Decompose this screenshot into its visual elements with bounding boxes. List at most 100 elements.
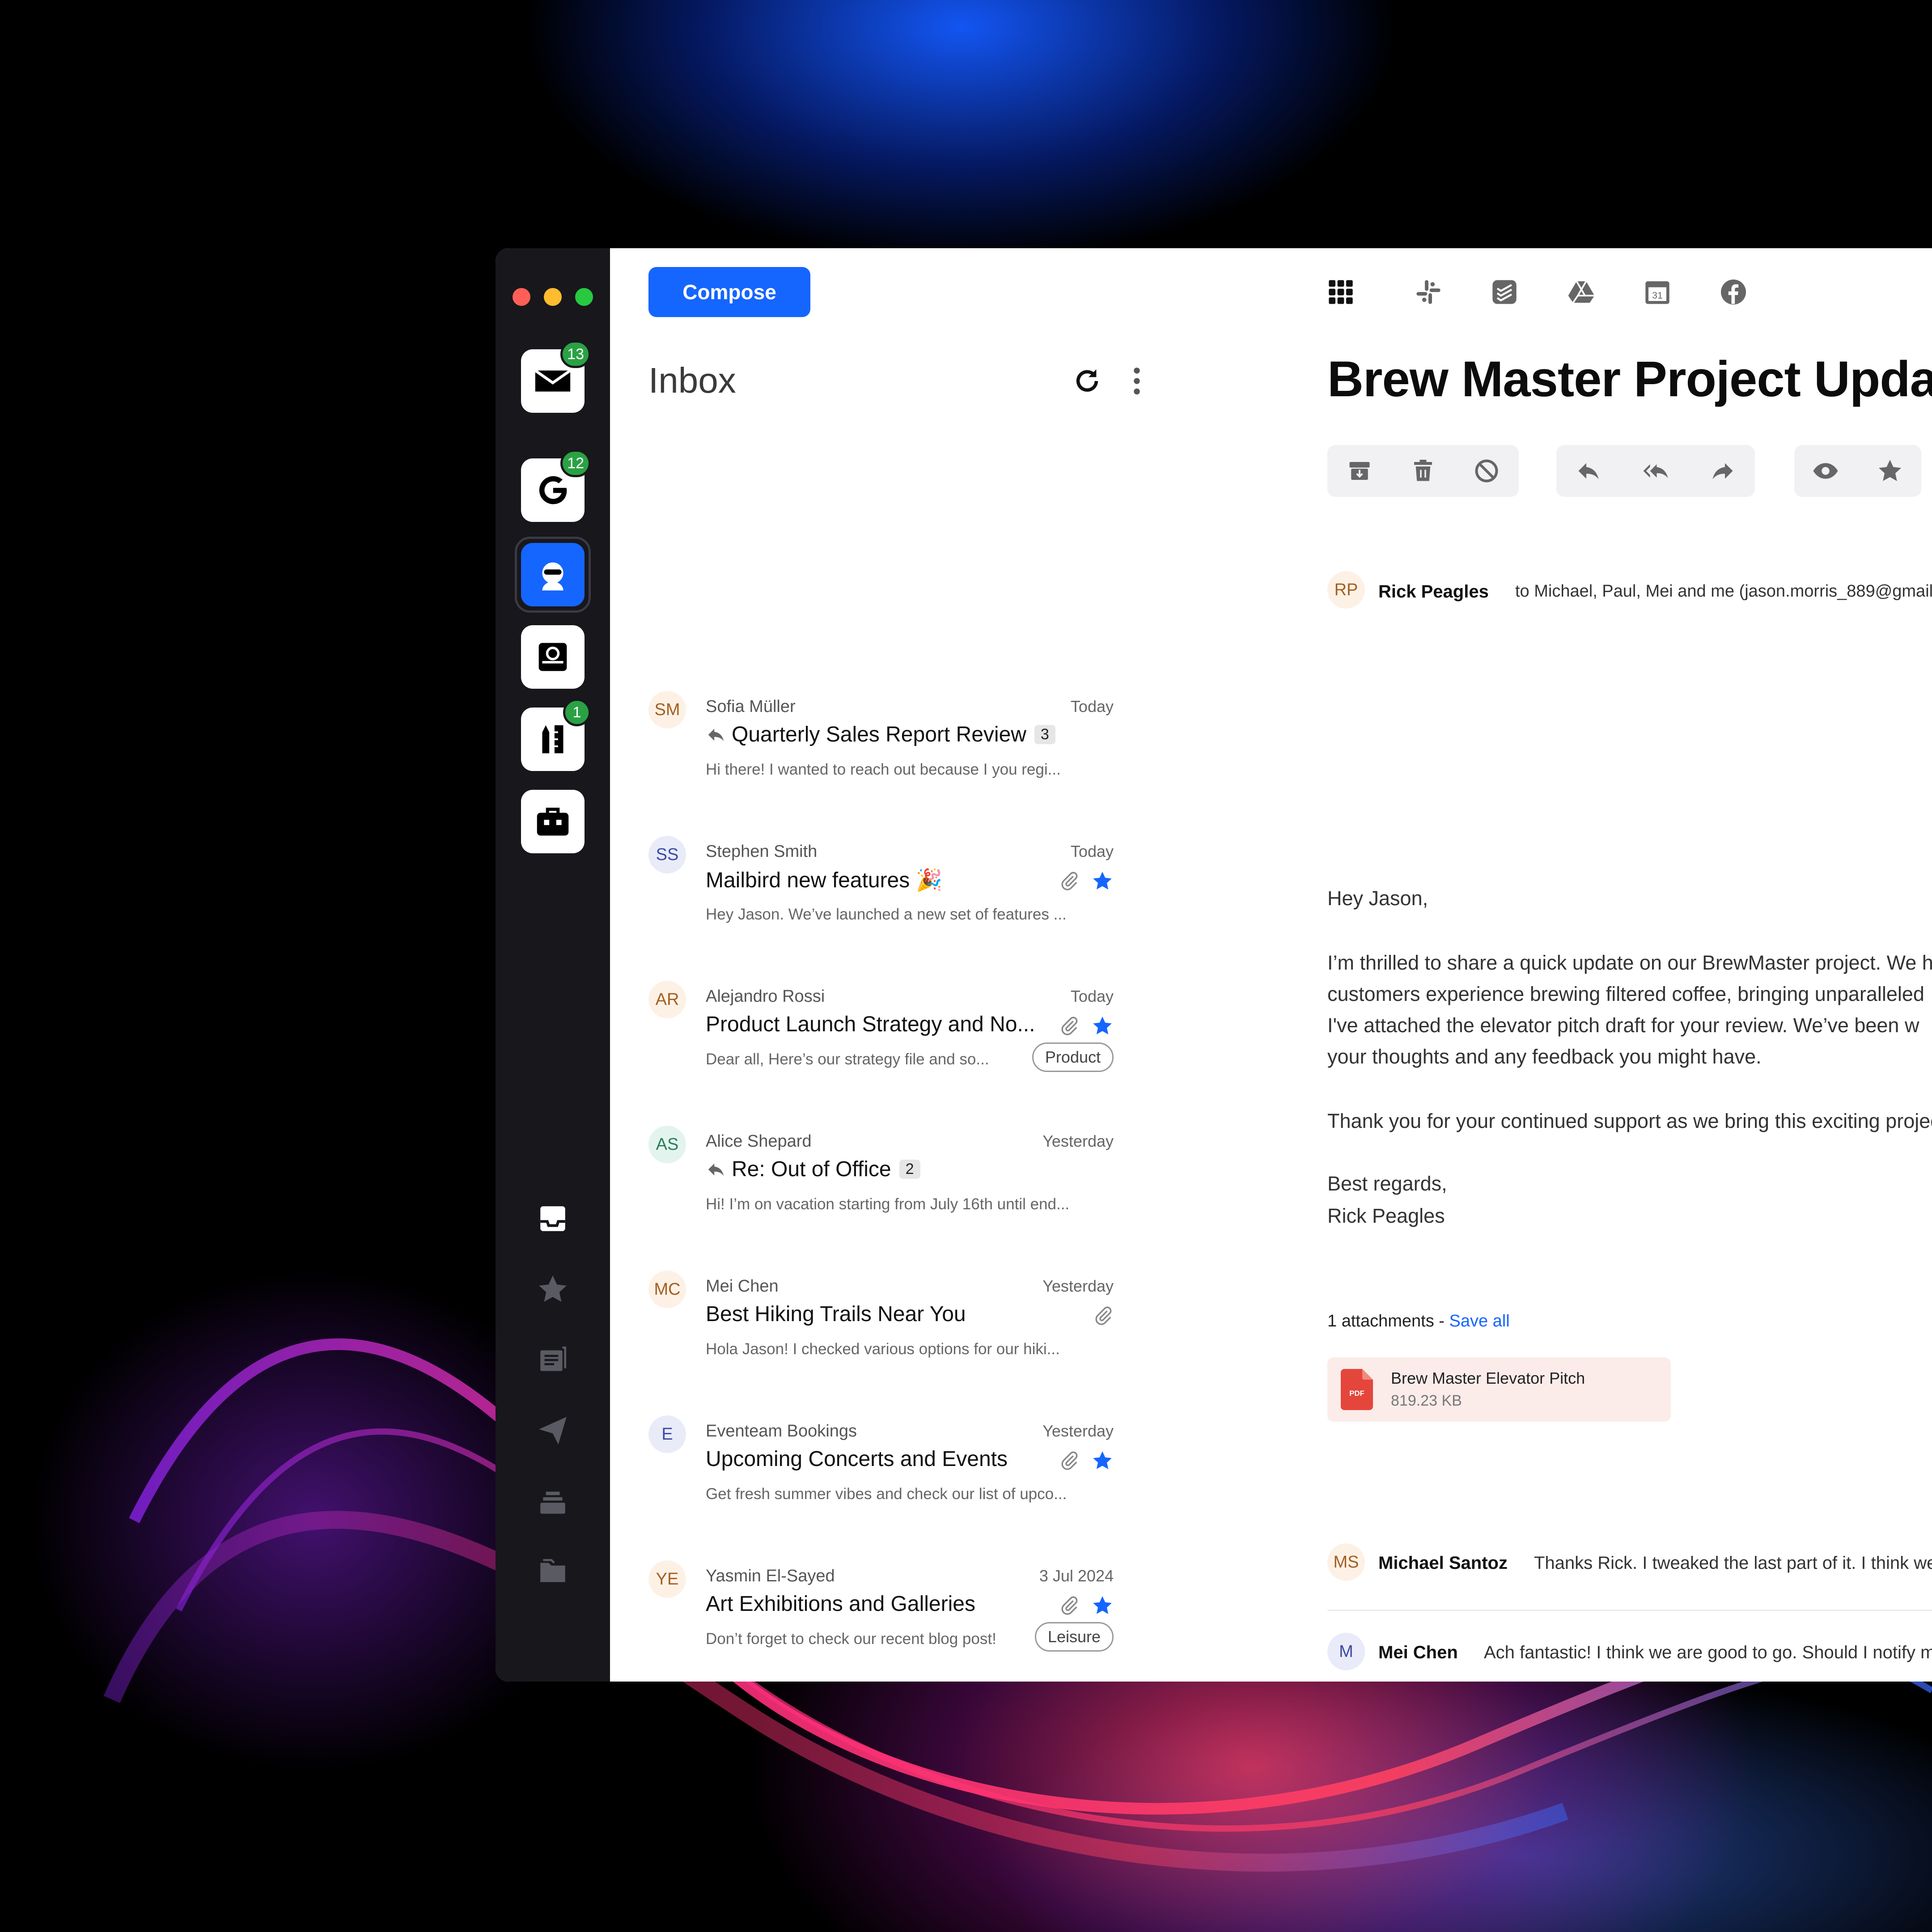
message-subject: Re: Out of Office 2 — [706, 1157, 920, 1182]
subject-text: Mailbird new features 🎉 — [706, 869, 943, 892]
trash-icon[interactable] — [1410, 458, 1436, 484]
message-row[interactable]: SS Stephen Smith Today Mailbird new feature… — [648, 836, 1114, 981]
maximize-window-button[interactable] — [575, 288, 593, 306]
message-date: Yesterday — [1042, 1277, 1114, 1295]
attachment-icon — [1095, 1306, 1112, 1325]
forward-icon[interactable] — [1709, 458, 1736, 484]
message-row[interactable]: SM Sofia Müller Today Quarterly Sales Repor… — [648, 691, 1114, 836]
facebook-icon[interactable] — [1719, 278, 1748, 306]
reply-icon[interactable] — [1575, 458, 1602, 484]
sender-name: Sofia Müller — [706, 697, 796, 716]
account-email-box[interactable] — [521, 625, 585, 689]
attachment-icon — [1061, 1017, 1078, 1035]
starred-icon[interactable] — [1091, 1449, 1114, 1472]
star-icon[interactable] — [1877, 458, 1903, 484]
message-row[interactable]: AR Alejandro Rossi Today Product Launch Str… — [648, 981, 1114, 1126]
more-options-icon[interactable] — [1128, 365, 1146, 397]
message-preview: Hi there! I wanted to reach out because … — [706, 761, 1061, 778]
account-briefcase[interactable] — [521, 790, 585, 853]
folders-nav[interactable] — [535, 1553, 571, 1589]
briefcase-account-icon — [537, 808, 569, 836]
pdf-file-icon: PDF — [1341, 1369, 1373, 1410]
mark-read-icon[interactable] — [1812, 458, 1839, 484]
account-google[interactable]: 12 — [521, 449, 591, 522]
message-tag[interactable]: Product — [1032, 1042, 1114, 1072]
sent-nav[interactable] — [535, 1413, 571, 1449]
compose-button[interactable]: Compose — [648, 267, 810, 317]
sender-avatar: SM — [648, 691, 686, 729]
inbox-nav[interactable] — [535, 1201, 571, 1237]
email-body-line: customers experience brewing filtered co… — [1327, 983, 1924, 1005]
account-mail[interactable]: 13 — [521, 340, 591, 413]
subject-text: Quarterly Sales Report Review — [732, 723, 1026, 746]
reply-actions-group — [1556, 445, 1755, 497]
email-body-line: Best regards, — [1327, 1172, 1447, 1195]
attachment-card[interactable]: PDF Brew Master Elevator Pitch 819.23 KB — [1327, 1357, 1671, 1422]
sender-name: Mei Chen — [706, 1277, 779, 1296]
reply-author: Michael Santoz — [1378, 1553, 1508, 1573]
starred-nav[interactable] — [535, 1271, 571, 1307]
message-tag[interactable]: Leisure — [1034, 1622, 1114, 1652]
minimize-window-button[interactable] — [544, 288, 562, 306]
subject-text: Re: Out of Office — [732, 1157, 891, 1181]
thread-reply-row[interactable]: MS Michael Santoz Thanks Rick. I tweaked t… — [1327, 1543, 1932, 1588]
drafts-nav[interactable] — [535, 1342, 571, 1378]
message-date: Yesterday — [1042, 1422, 1114, 1440]
archive-icon[interactable] — [1346, 458, 1373, 484]
inbox-title: Inbox — [648, 360, 736, 400]
starred-icon[interactable] — [1091, 870, 1114, 892]
subject-text: Art Exhibitions and Galleries — [706, 1592, 975, 1616]
block-icon[interactable] — [1473, 458, 1500, 484]
email-body-line: I’m thrilled to share a quick update on … — [1327, 951, 1932, 974]
reply-author: Mei Chen — [1378, 1643, 1458, 1662]
message-subject: Product Launch Strategy and No... — [706, 1012, 1035, 1037]
google-drive-icon[interactable] — [1567, 278, 1596, 306]
apps-grid-icon[interactable] — [1326, 278, 1355, 306]
account-hero[interactable] — [521, 543, 585, 606]
email-body-line: Hey Jason, — [1327, 887, 1428, 910]
message-date: Yesterday — [1042, 1132, 1114, 1150]
email-actions-group — [1327, 445, 1519, 497]
attachment-icon — [1061, 872, 1078, 890]
slack-icon[interactable] — [1414, 278, 1443, 306]
thread-reply-row[interactable]: M Mei Chen Ach fantastic! I think we are g… — [1327, 1633, 1932, 1678]
calendar-icon[interactable]: 31 — [1643, 278, 1672, 306]
message-row[interactable]: AS Alice Shepard Yesterday Re: Out of Offic… — [648, 1126, 1114, 1271]
starred-icon[interactable] — [1091, 1594, 1114, 1617]
close-window-button[interactable] — [513, 288, 530, 306]
main-content: Compose Inbox SM Sofia Müller Today Quarter… — [610, 248, 1932, 1682]
message-row[interactable]: YE Yasmin El-Sayed 3 Jul 2024 Art Exhibitio… — [648, 1560, 1114, 1682]
todoist-icon[interactable] — [1490, 278, 1519, 306]
reply-all-icon[interactable] — [1642, 458, 1669, 484]
replied-icon — [708, 729, 724, 741]
attachments-count: 1 attachments - — [1327, 1312, 1449, 1330]
inbox-icon — [540, 1206, 565, 1231]
message-subject: Best Hiking Trails Near You — [706, 1302, 966, 1326]
email-subject-title: Brew Master Project Update — [1327, 351, 1932, 407]
sidebar: 13 12 1 — [496, 248, 610, 1682]
email-body-line: Rick Peagles — [1327, 1204, 1445, 1227]
message-subject: Mailbird new features 🎉 — [706, 867, 942, 893]
thread-count-badge: 2 — [899, 1160, 920, 1179]
mail-app-window: 13 12 1 Compose Inbox SM Sofia Müller To… — [496, 248, 1932, 1682]
account-tools[interactable]: 1 — [521, 699, 591, 771]
attachment-name: Brew Master Elevator Pitch — [1391, 1369, 1585, 1387]
archive-icon — [540, 1491, 565, 1514]
calendar-day: 31 — [1652, 290, 1663, 301]
archive-nav[interactable] — [535, 1483, 571, 1519]
sender-name[interactable]: Rick Peagles — [1378, 582, 1489, 602]
message-row[interactable]: MC Mei Chen Yesterday Best Hiking Trails Ne… — [648, 1271, 1114, 1415]
sender-name: Alice Shepard — [706, 1132, 812, 1151]
reply-avatar: MS — [1327, 1543, 1365, 1581]
starred-icon[interactable] — [1091, 1015, 1114, 1037]
message-preview: Get fresh summer vibes and check our lis… — [706, 1485, 1067, 1503]
message-preview: Hola Jason! I checked various options fo… — [706, 1340, 1060, 1358]
message-row[interactable]: E Eventeam Bookings Yesterday Upcoming Conc… — [648, 1415, 1114, 1560]
subject-text: Product Launch Strategy and No... — [706, 1013, 1035, 1036]
view-actions-group — [1794, 445, 1921, 497]
email-body-line: I've attached the elevator pitch draft f… — [1327, 1014, 1919, 1037]
sender-name: Yasmin El-Sayed — [706, 1567, 835, 1585]
attachment-icon — [1061, 1451, 1078, 1470]
refresh-icon[interactable] — [1072, 365, 1103, 397]
save-all-link[interactable]: Save all — [1449, 1312, 1509, 1330]
